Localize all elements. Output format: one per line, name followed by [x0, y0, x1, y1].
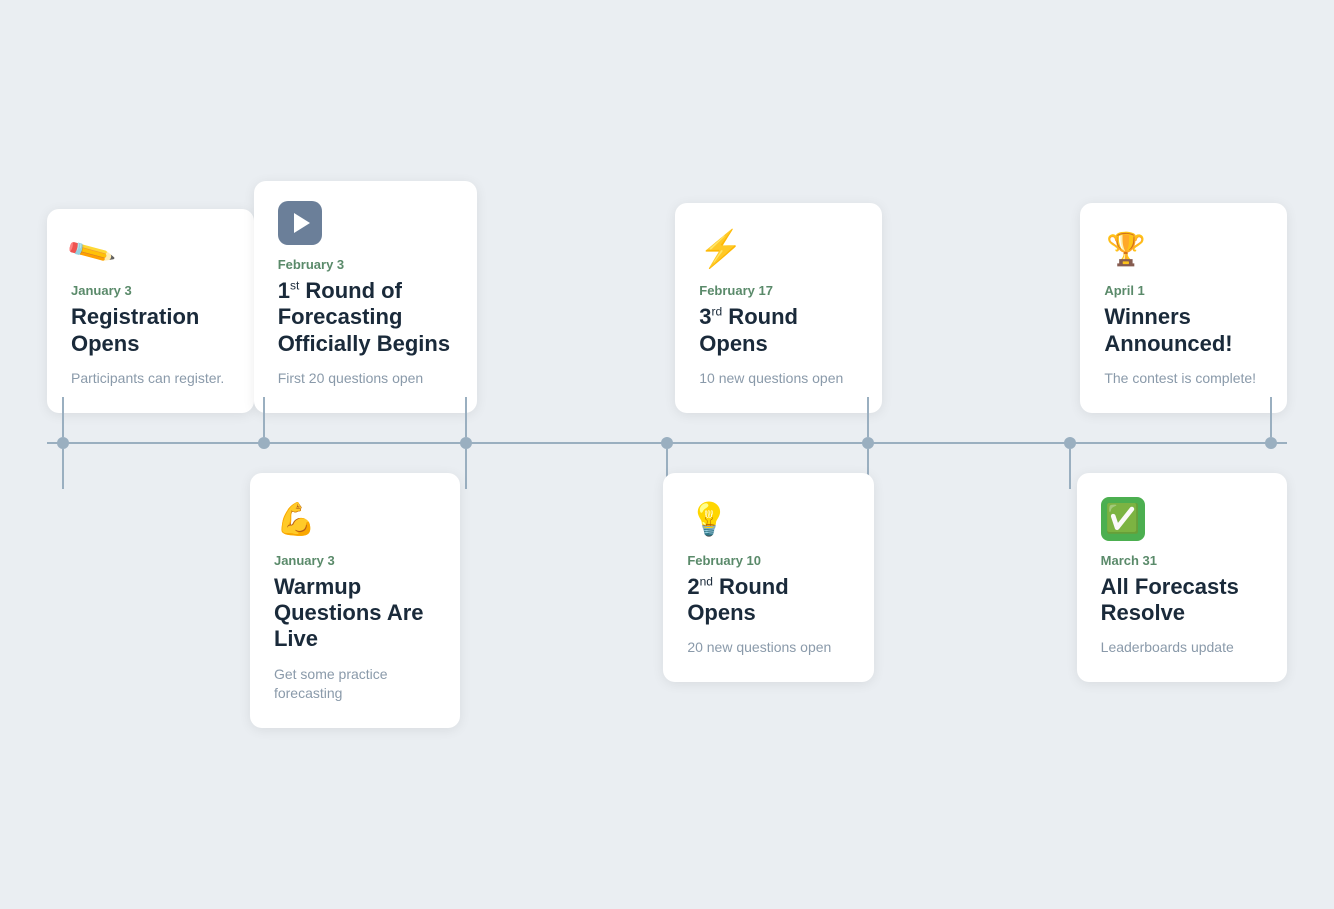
card-date-round2: February 10 — [687, 553, 849, 568]
card-desc-round1: First 20 questions open — [278, 369, 453, 389]
trophy-icon: 🏆 — [1104, 227, 1148, 271]
bulb-icon: 💡 — [687, 497, 731, 541]
card-desc-registration: Participants can register. — [71, 369, 230, 389]
card-title-round3: 3rd Round Opens — [699, 304, 858, 357]
card-date-resolve: March 31 — [1101, 553, 1263, 568]
dot-4 — [661, 437, 673, 449]
dot-2 — [258, 437, 270, 449]
connector-top-7 — [1270, 397, 1272, 437]
dot-5 — [862, 437, 874, 449]
dot-1 — [57, 437, 69, 449]
card-date-round3: February 17 — [699, 283, 858, 298]
connector-top-2 — [263, 397, 265, 437]
card-winners: 🏆 April 1 Winners Announced! The contest… — [1080, 203, 1287, 412]
connector-top-1 — [62, 397, 64, 437]
card-resolve: ✅ March 31 All Forecasts Resolve Leaderb… — [1077, 473, 1287, 682]
lightning-icon: ⚡ — [699, 227, 743, 271]
card-date-winners: April 1 — [1104, 283, 1263, 298]
card-date-warmup: January 3 — [274, 553, 436, 568]
play-icon — [278, 201, 322, 245]
timeline-content: ✏️ January 3 Registration Opens Particip… — [47, 181, 1287, 728]
card-round1: February 3 1st Round of Forecasting Offi… — [254, 181, 477, 413]
connector-top-3 — [465, 397, 467, 437]
card-date-round1: February 3 — [278, 257, 453, 272]
top-row: ✏️ January 3 Registration Opens Particip… — [47, 181, 1287, 413]
bottom-row: 💪 January 3 Warmup Questions Are Live Ge… — [47, 473, 1287, 728]
card-title-winners: Winners Announced! — [1104, 304, 1263, 357]
card-title-round2: 2nd Round Opens — [687, 574, 849, 627]
card-desc-warmup: Get some practice forecasting — [274, 665, 436, 704]
checkmark-icon: ✅ — [1101, 497, 1145, 541]
pencil-icon: ✏️ — [64, 226, 118, 279]
card-desc-winners: The contest is complete! — [1104, 369, 1263, 389]
dots-container — [47, 437, 1287, 449]
card-warmup: 💪 January 3 Warmup Questions Are Live Ge… — [250, 473, 460, 728]
card-title-resolve: All Forecasts Resolve — [1101, 574, 1263, 627]
dot-6 — [1064, 437, 1076, 449]
card-date-registration: January 3 — [71, 283, 230, 298]
card-desc-resolve: Leaderboards update — [1101, 638, 1263, 658]
card-title-registration: Registration Opens — [71, 304, 230, 357]
card-title-round1: 1st Round of Forecasting Officially Begi… — [278, 278, 453, 357]
connector-top-5 — [867, 397, 869, 437]
card-desc-round2: 20 new questions open — [687, 638, 849, 658]
card-round3: ⚡ February 17 3rd Round Opens 10 new que… — [675, 203, 882, 412]
dot-7 — [1265, 437, 1277, 449]
timeline-axis — [47, 413, 1287, 473]
muscle-icon: 💪 — [274, 497, 318, 541]
timeline-wrapper: ✏️ January 3 Registration Opens Particip… — [27, 141, 1307, 768]
card-desc-round3: 10 new questions open — [699, 369, 858, 389]
card-registration: ✏️ January 3 Registration Opens Particip… — [47, 209, 254, 412]
card-round2: 💡 February 10 2nd Round Opens 20 new que… — [663, 473, 873, 682]
dot-3 — [460, 437, 472, 449]
card-title-warmup: Warmup Questions Are Live — [274, 574, 436, 653]
